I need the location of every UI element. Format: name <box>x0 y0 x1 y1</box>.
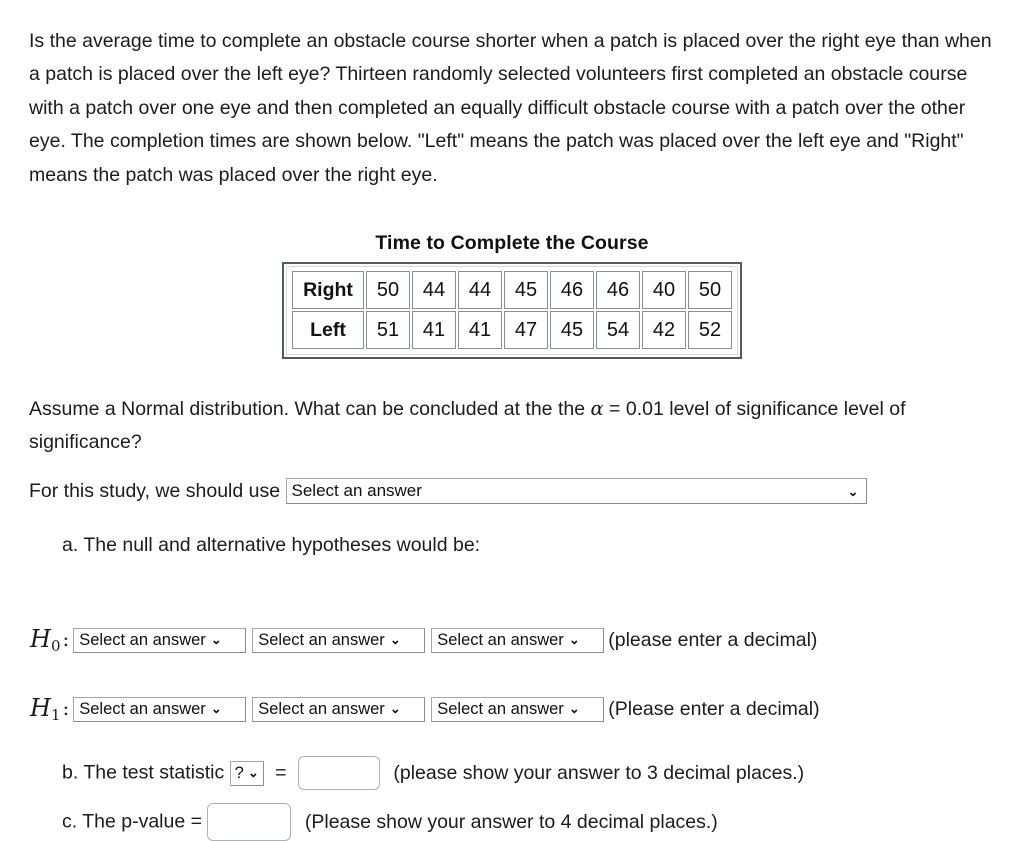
completion-times-table: Right 50 44 44 45 46 46 40 50 Left 51 41… <box>290 269 734 351</box>
part-b-note: (please show your answer to 3 decimal pl… <box>393 761 805 784</box>
h1-select-1-value: Select an answer <box>79 699 206 718</box>
table-title: Time to Complete the Course <box>375 232 649 254</box>
part-b-label: b. The test statistic <box>62 761 225 784</box>
chevron-down-icon: ⌄ <box>389 700 401 716</box>
h1-select-3[interactable]: Select an answer ⌄ <box>431 696 605 722</box>
data-table-block: Time to Complete the Course Right 50 44 … <box>0 232 1024 364</box>
null-hypothesis-row: H0: Select an answer ⌄ Select an answer ⌄ Sel… <box>30 625 818 655</box>
cell-right-7: 40 <box>642 271 686 309</box>
chevron-down-icon: ⌄ <box>210 631 222 647</box>
cell-right-6: 46 <box>596 271 640 309</box>
chevron-down-icon: ⌄ <box>247 764 259 780</box>
chevron-down-icon: ⌄ <box>389 631 401 647</box>
cell-left-6: 54 <box>596 311 640 349</box>
h1-select-1[interactable]: Select an answer ⌄ <box>73 696 247 722</box>
test-statistic-select[interactable]: ? ⌄ <box>229 760 264 786</box>
row-label-left: Left <box>292 311 364 349</box>
part-c-row: c. The p-value = (Please show your answe… <box>62 803 718 841</box>
study-method-label: For this study, we should use <box>29 479 281 502</box>
cell-left-2: 41 <box>412 311 456 349</box>
cell-right-4: 45 <box>504 271 548 309</box>
cell-left-5: 45 <box>550 311 594 349</box>
part-a-label: a. The null and alternative hypotheses w… <box>62 534 481 556</box>
row-label-right: Right <box>292 271 364 309</box>
chevron-down-icon: ⌄ <box>847 483 859 499</box>
test-statistic-select-value: ? <box>234 763 244 782</box>
part-c-label: c. The p-value = <box>62 810 203 833</box>
chevron-down-icon: ⌄ <box>568 631 580 647</box>
h0-select-1[interactable]: Select an answer ⌄ <box>73 627 247 653</box>
part-c-note: (Please show your answer to 4 decimal pl… <box>304 810 718 833</box>
h0-select-3[interactable]: Select an answer ⌄ <box>431 627 605 653</box>
h0-select-2[interactable]: Select an answer ⌄ <box>252 627 426 653</box>
cell-right-5: 46 <box>550 271 594 309</box>
cell-right-3: 44 <box>458 271 502 309</box>
h0-note: (please enter a decimal) <box>608 628 818 651</box>
h1-select-2[interactable]: Select an answer ⌄ <box>252 696 426 722</box>
study-method-select[interactable]: Select an answer ⌄ <box>285 477 867 504</box>
cell-right-1: 50 <box>366 271 410 309</box>
cell-left-4: 47 <box>504 311 548 349</box>
table-row: Right 50 44 44 45 46 46 40 50 <box>292 271 732 309</box>
table-row: Left 51 41 41 47 45 54 42 52 <box>292 311 732 349</box>
p-value-input[interactable] <box>207 803 292 841</box>
chevron-down-icon: ⌄ <box>210 700 222 716</box>
h0-symbol: H0 <box>30 625 61 655</box>
part-b-row: b. The test statistic ? ⌄ = (please show … <box>62 756 804 790</box>
cell-left-3: 41 <box>458 311 502 349</box>
cell-right-8: 50 <box>688 271 732 309</box>
problem-statement: Is the average time to complete an obsta… <box>29 29 992 186</box>
assume-text-1: Assume a Normal distribution. What can b… <box>29 397 591 420</box>
h1-colon: : <box>62 696 70 720</box>
study-method-row: For this study, we should use Select an … <box>29 476 867 505</box>
cell-left-1: 51 <box>366 311 410 349</box>
part-b-equals: = <box>275 761 287 784</box>
h0-select-1-value: Select an answer <box>79 630 206 649</box>
h1-note: (Please enter a decimal) <box>608 697 820 720</box>
table-inner-frame: Right 50 44 44 45 46 46 40 50 Left 51 41… <box>286 266 738 355</box>
cell-left-8: 52 <box>688 311 732 349</box>
table-outer-frame: Right 50 44 44 45 46 46 40 50 Left 51 41… <box>282 262 742 359</box>
question-page: Is the average time to complete an obsta… <box>0 0 1024 841</box>
h1-select-2-value: Select an answer <box>258 699 385 718</box>
chevron-down-icon: ⌄ <box>568 700 580 716</box>
cell-right-2: 44 <box>412 271 456 309</box>
h0-colon: : <box>62 627 70 651</box>
cell-left-7: 42 <box>642 311 686 349</box>
h0-select-2-value: Select an answer <box>258 630 385 649</box>
test-statistic-input[interactable] <box>297 756 380 790</box>
study-method-select-value: Select an answer <box>291 480 422 500</box>
h1-symbol: H1 <box>30 694 61 724</box>
significance-question: Assume a Normal distribution. What can b… <box>29 392 1004 460</box>
h1-select-3-value: Select an answer <box>437 699 564 718</box>
alternative-hypothesis-row: H1: Select an answer ⌄ Select an answer ⌄ Sel… <box>30 694 820 724</box>
h0-select-3-value: Select an answer <box>437 630 564 649</box>
alpha-symbol: α <box>590 396 604 420</box>
